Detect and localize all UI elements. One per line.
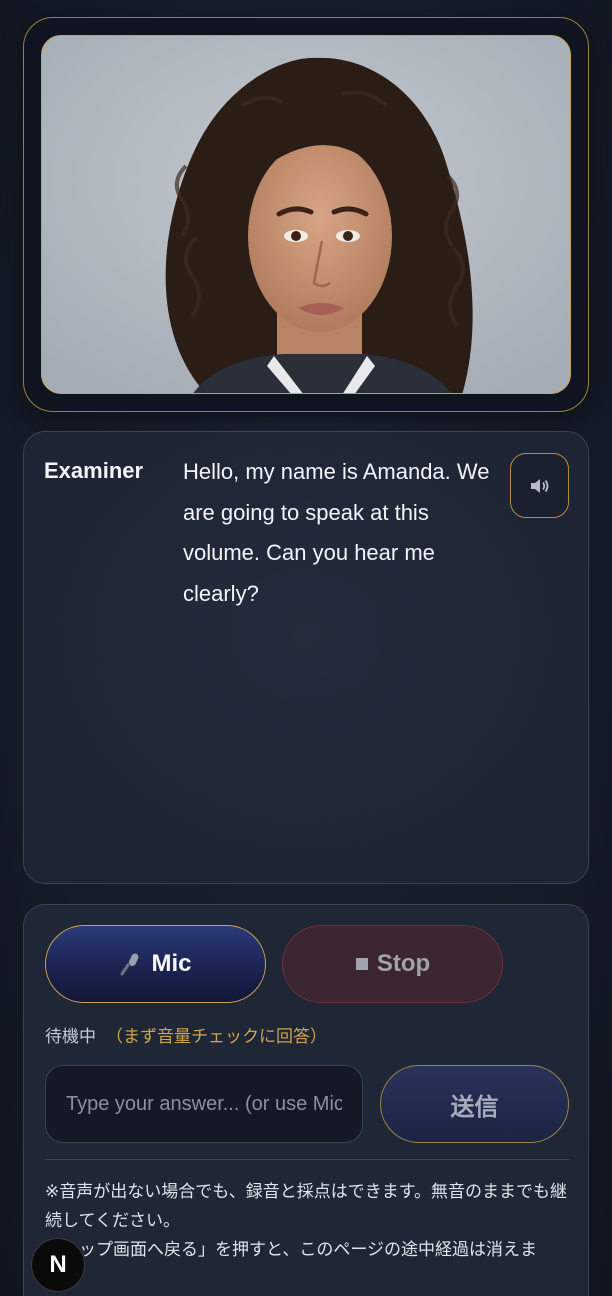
dev-tools-badge[interactable]: N [31,1238,85,1292]
examiner-portrait-frame [23,17,589,412]
answer-controls-card: Mic Stop 待機中 （まず音量チェックに回答） 送信 ※音声が出ない場合でも… [23,904,589,1296]
mic-button[interactable]: Mic [45,925,266,1003]
examiner-message-card: Examiner Hello, my name is Amanda. We ar… [23,431,589,884]
stop-button[interactable]: Stop [282,925,503,1003]
examiner-portrait [41,35,571,394]
stop-label: Stop [376,950,431,977]
microphone-icon [120,953,139,976]
mic-label: Mic [151,950,192,977]
answer-input[interactable] [45,1065,363,1143]
note-no-sound: ※音声が出ない場合でも、録音と採点はできます。無音のままでも継続してください。 [45,1182,568,1230]
stop-square-icon [355,958,368,970]
replay-audio-button[interactable] [510,453,569,518]
send-button[interactable]: 送信 [380,1065,569,1143]
notes: ※音声が出ない場合でも、録音と採点はできます。無音のままでも継続してください。 … [45,1177,569,1293]
note-back-to-top: 「トップ画面へ戻る」を押すと、このページの途中経過は消えます。 [45,1240,537,1288]
examiner-avatar-image [42,36,570,393]
speaker-label: Examiner [44,458,144,483]
recording-status: 待機中 （まず音量チェックに回答） [45,1022,327,1047]
divider [45,1159,569,1160]
status-hint: （まず音量チェックに回答） [106,1027,327,1046]
examiner-message: Hello, my name is Amanda. We are going t… [183,459,490,606]
status-text: 待機中 [45,1027,96,1046]
speaker-icon [530,478,548,493]
